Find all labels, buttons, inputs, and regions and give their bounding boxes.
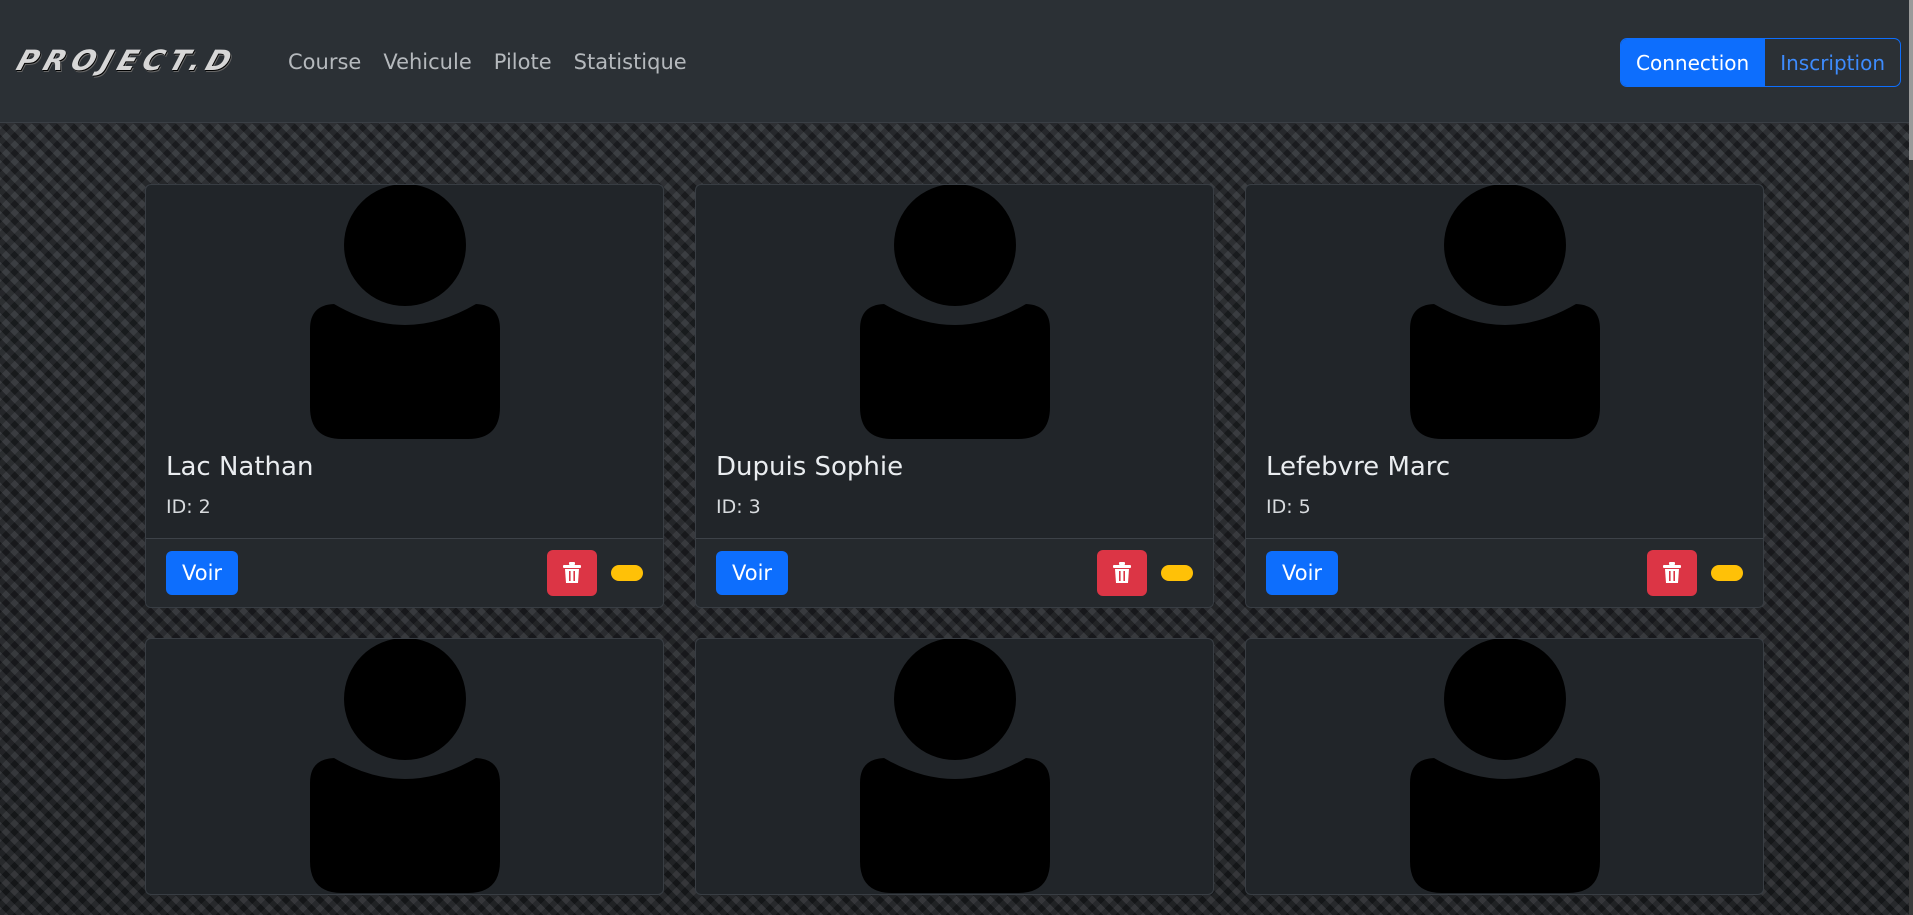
edit-button[interactable] xyxy=(611,565,643,581)
pilot-card: Dupuis Sophie ID: 3 Voir xyxy=(695,184,1214,608)
navbar: PROJECT.D Course Vehicule Pilote Statist… xyxy=(0,0,1913,123)
brand-logo[interactable]: PROJECT.D xyxy=(13,44,242,77)
nav-links: Course Vehicule Pilote Statistique xyxy=(288,0,687,123)
view-button[interactable]: Voir xyxy=(1266,551,1339,595)
pilot-id: ID: 3 xyxy=(716,496,761,518)
card-actions xyxy=(1647,550,1743,596)
pilot-card xyxy=(145,638,664,895)
pilot-id: ID: 2 xyxy=(166,496,211,518)
card-body: Lac Nathan ID: 2 xyxy=(146,440,663,538)
nav-link-statistique[interactable]: Statistique xyxy=(574,50,687,74)
card-actions xyxy=(547,550,643,596)
connection-button[interactable]: Connection xyxy=(1621,39,1765,86)
card-body: Lefebvre Marc ID: 5 xyxy=(1246,440,1763,538)
card-footer: Voir xyxy=(1246,538,1763,607)
pilot-card xyxy=(695,638,1214,895)
card-image xyxy=(146,639,663,894)
delete-button[interactable] xyxy=(1097,550,1147,596)
scrollbar-thumb[interactable] xyxy=(1909,0,1913,160)
pilot-name: Dupuis Sophie xyxy=(716,452,904,482)
card-image xyxy=(1246,185,1763,440)
pilot-name: Lefebvre Marc xyxy=(1266,452,1451,482)
card-image xyxy=(696,185,1213,440)
trash-icon xyxy=(563,562,581,583)
pilot-id: ID: 5 xyxy=(1266,496,1311,518)
nav-link-vehicule[interactable]: Vehicule xyxy=(383,50,471,74)
pilot-card-grid: Lac Nathan ID: 2 Voir Dupuis Sophie ID: … xyxy=(145,184,1765,895)
trash-icon xyxy=(1663,562,1681,583)
card-image xyxy=(146,185,663,440)
inscription-button[interactable]: Inscription xyxy=(1764,39,1900,86)
pilot-card xyxy=(1245,638,1764,895)
view-button[interactable]: Voir xyxy=(166,551,239,595)
card-actions xyxy=(1097,550,1193,596)
person-silhouette-icon xyxy=(310,639,500,893)
delete-button[interactable] xyxy=(1647,550,1697,596)
nav-link-course[interactable]: Course xyxy=(288,50,361,74)
pilot-name: Lac Nathan xyxy=(166,452,314,482)
trash-icon xyxy=(1113,562,1131,583)
person-silhouette-icon xyxy=(1410,639,1600,893)
card-body: Dupuis Sophie ID: 3 xyxy=(696,440,1213,538)
person-silhouette-icon xyxy=(860,185,1050,439)
page-scrollbar[interactable] xyxy=(1909,0,1913,915)
card-footer: Voir xyxy=(146,538,663,607)
person-silhouette-icon xyxy=(860,639,1050,893)
card-footer: Voir xyxy=(696,538,1213,607)
pilot-card: Lefebvre Marc ID: 5 Voir xyxy=(1245,184,1764,608)
edit-button[interactable] xyxy=(1161,565,1193,581)
card-image xyxy=(696,639,1213,894)
card-image xyxy=(1246,639,1763,894)
edit-button[interactable] xyxy=(1711,565,1743,581)
view-button[interactable]: Voir xyxy=(716,551,789,595)
nav-link-pilote[interactable]: Pilote xyxy=(494,50,552,74)
delete-button[interactable] xyxy=(547,550,597,596)
person-silhouette-icon xyxy=(310,185,500,439)
auth-button-group: Connection Inscription xyxy=(1620,38,1901,87)
person-silhouette-icon xyxy=(1410,185,1600,439)
pilot-card: Lac Nathan ID: 2 Voir xyxy=(145,184,664,608)
